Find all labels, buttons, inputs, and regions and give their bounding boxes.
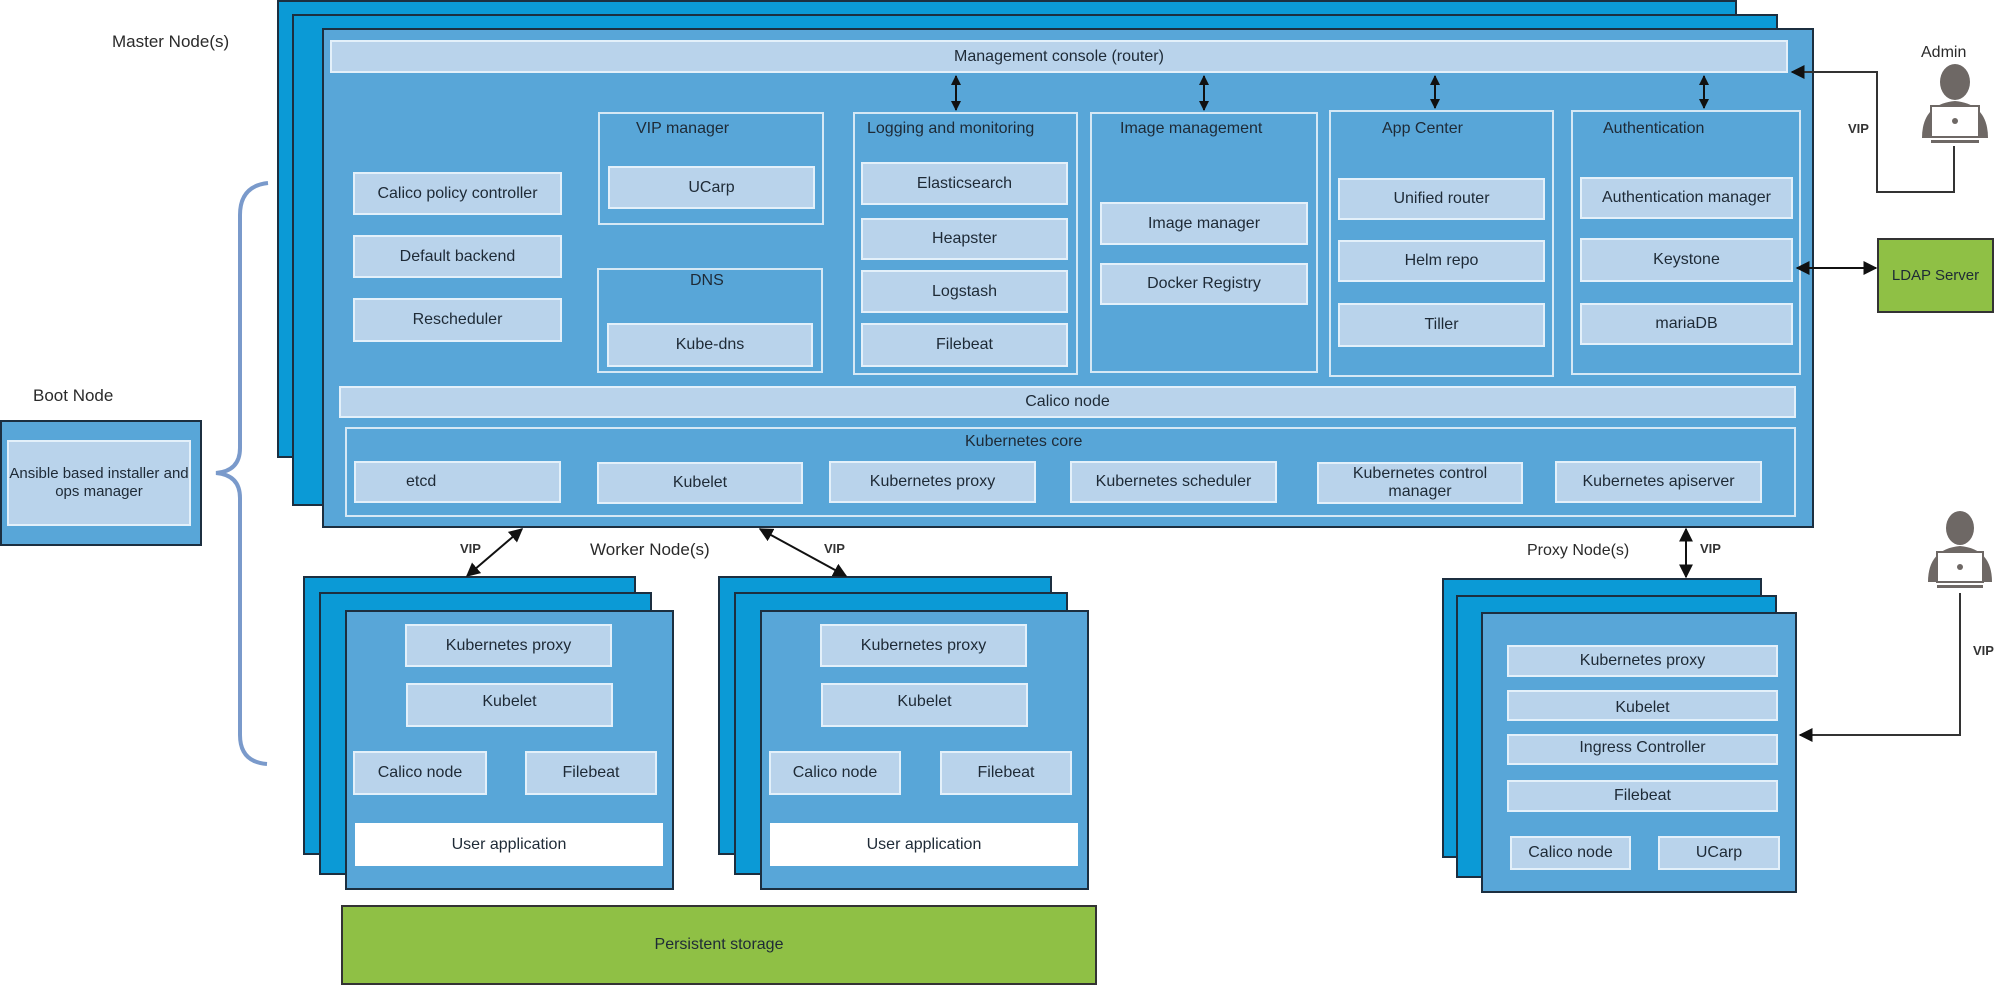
master-worker-1-arrow (465, 528, 524, 577)
brace-bracket (215, 181, 269, 766)
master-worker-2-arrow (758, 528, 848, 577)
admin-user-icon (1922, 64, 1988, 143)
connectors-layer (215, 64, 1992, 766)
user-proxy-connector (1798, 593, 1961, 742)
user-icon (1928, 511, 1992, 588)
